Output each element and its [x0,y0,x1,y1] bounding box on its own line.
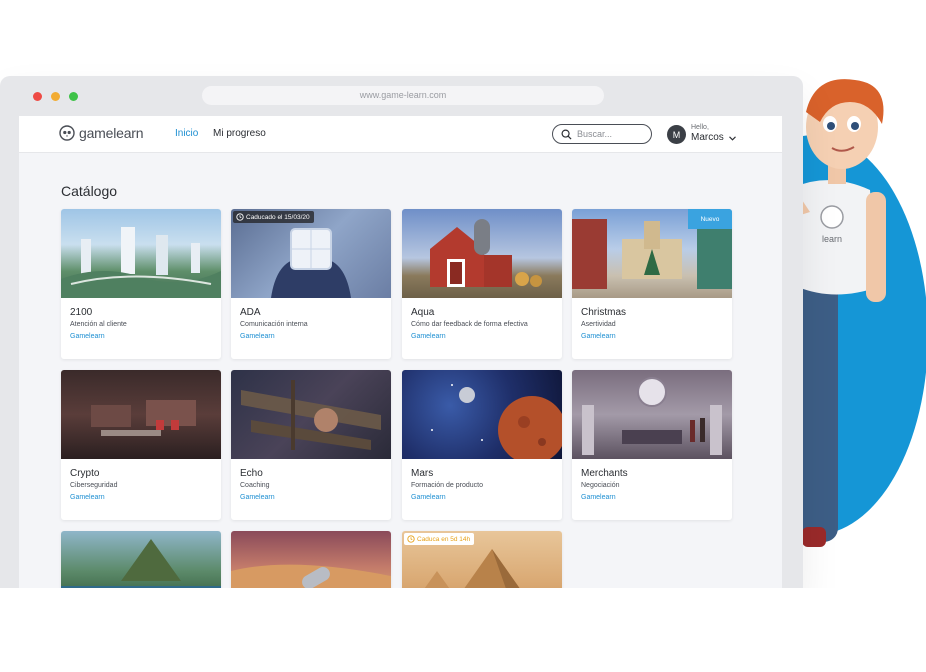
course-thumbnail [231,531,391,591]
course-author[interactable]: Gamelearn [411,333,446,340]
search-icon [561,129,572,140]
maximize-window-button[interactable] [69,92,78,101]
gamelearn-logo[interactable]: gamelearn [59,125,144,141]
course-title: Merchants [581,468,628,479]
course-thumbnail [572,370,732,459]
close-window-button[interactable] [33,92,42,101]
course-author[interactable]: Gamelearn [240,333,275,340]
tropical-island-image [61,539,221,591]
red-barn-image [430,219,542,287]
course-subtitle: Atención al cliente [70,321,127,328]
search-box[interactable] [552,124,652,144]
futuristic-city-image [61,227,221,298]
clock-icon [407,535,415,543]
course-author[interactable]: Gamelearn [411,494,446,501]
page-bottom-area [0,588,926,672]
new-badge: Nuevo [688,209,732,229]
course-author[interactable]: Gamelearn [581,494,616,501]
course-title: Echo [240,468,263,479]
address-bar[interactable]: www.game-learn.com [202,86,604,105]
course-title: Mars [411,468,434,479]
page-title: Catálogo [61,183,118,199]
course-card-crypto[interactable]: Crypto Ciberseguridad Gamelearn [61,370,221,520]
course-card-2100[interactable]: 2100 Atención al cliente Gamelearn [61,209,221,359]
app-viewport: gamelearn Inicio Mi progreso M Hello, Ma… [19,116,782,591]
user-name-row: Marcos [691,132,736,144]
course-title: Christmas [581,307,627,318]
course-author[interactable]: Gamelearn [70,494,105,501]
owl-logo-icon [59,125,75,141]
course-title: 2100 [70,307,93,318]
course-thumbnail [61,370,221,459]
course-card-desert[interactable] [231,531,391,591]
course-subtitle: Coaching [240,482,270,489]
course-author[interactable]: Gamelearn [581,333,616,340]
course-card-echo[interactable]: Echo Coaching Gamelearn [231,370,391,520]
course-card-mars[interactable]: Mars Formación de producto Gamelearn [402,370,562,520]
course-card-ada[interactable]: Caducado el 15/03/20 ADA Comunicación in… [231,209,391,359]
course-subtitle: Negociación [581,482,620,489]
space-planet-image [431,384,562,459]
user-menu[interactable]: Hello, Marcos [691,124,736,144]
desert-dunes-image [231,564,391,591]
course-subtitle: Formación de producto [411,482,483,489]
course-thumbnail: Caduca en 5d 14h [402,531,562,591]
app-header: gamelearn Inicio Mi progreso M Hello, Ma… [19,116,782,153]
expired-badge-text: Caducado el 15/03/20 [246,213,310,221]
course-author[interactable]: Gamelearn [240,494,275,501]
nav-mi-progreso[interactable]: Mi progreso [213,128,266,139]
shipwreck-image [241,380,381,450]
course-subtitle: Asertividad [581,321,616,328]
avatar[interactable]: M [667,125,686,144]
search-input[interactable] [577,129,647,139]
course-thumbnail [402,370,562,459]
course-thumbnail: Nuevo [572,209,732,298]
expiring-badge-text: Caduca en 5d 14h [417,535,471,543]
browser-window: www.game-learn.com gamelearn Inicio Mi p… [0,76,803,591]
user-greeting: Hello, [691,124,709,131]
course-card-pyramids[interactable]: Caduca en 5d 14h [402,531,562,591]
cathedral-hall-image [582,377,722,455]
browser-toolbar: www.game-learn.com [0,76,803,116]
course-thumbnail [61,531,221,591]
course-card-christmas[interactable]: Nuevo Christmas Asertividad Gamelearn [572,209,732,359]
expiring-badge: Caduca en 5d 14h [404,533,475,545]
svg-text:learn: learn [822,234,842,244]
page: learn www.game-learn.com gamelearn Inici… [0,0,926,672]
course-thumbnail [61,209,221,298]
course-thumbnail: Caducado el 15/03/20 [231,209,391,298]
course-title: Crypto [70,468,100,479]
logo-text: gamelearn [79,125,144,141]
course-subtitle: Comunicación interna [240,321,308,328]
clock-icon [236,213,244,221]
course-title: ADA [240,307,261,318]
expired-badge: Caducado el 15/03/20 [233,211,314,223]
minimize-window-button[interactable] [51,92,60,101]
course-thumbnail [231,370,391,459]
course-title: Aqua [411,307,435,318]
course-subtitle: Cómo dar feedback de forma efectiva [411,321,528,328]
user-name: Marcos [691,132,724,143]
nav-inicio[interactable]: Inicio [175,128,198,139]
course-author[interactable]: Gamelearn [70,333,105,340]
course-card-island[interactable] [61,531,221,591]
dark-office-image [91,400,196,436]
course-subtitle: Ciberseguridad [70,482,118,489]
course-card-merchants[interactable]: Merchants Negociación Gamelearn [572,370,732,520]
chevron-down-icon[interactable] [728,135,736,141]
course-thumbnail [402,209,562,298]
course-card-aqua[interactable]: Aqua Cómo dar feedback de forma efectiva… [402,209,562,359]
